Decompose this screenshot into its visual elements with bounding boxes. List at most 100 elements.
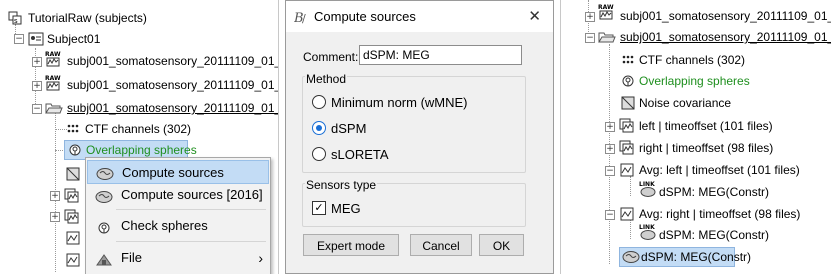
menu-item-compute-sources-2016[interactable]: Compute sources [2016] xyxy=(87,183,269,207)
compute-sources-dialog: B/ Compute sources ✕ Comment: Method Min… xyxy=(285,0,554,274)
brain-icon xyxy=(622,250,640,264)
covariance-icon xyxy=(621,96,635,110)
tree-average-label: Avg: right | timeoffset (98 files) xyxy=(639,207,801,221)
expand-icon[interactable]: + xyxy=(50,191,60,201)
svg-text:LINK: LINK xyxy=(639,224,655,231)
method-radio-wmne[interactable]: Minimum norm (wMNE) xyxy=(312,93,512,111)
collapse-icon[interactable]: − xyxy=(32,104,42,114)
left-database-tree: s TutorialRaw (subjects) − Subject01 + R… xyxy=(0,0,279,274)
method-option-label: Minimum norm (wMNE) xyxy=(331,95,468,110)
svg-text:RAW: RAW xyxy=(45,75,61,82)
method-radio-dspm[interactable]: dSPM xyxy=(312,119,512,137)
raw-file-icon: RAW xyxy=(597,3,615,21)
expand-icon[interactable]: + xyxy=(50,212,60,222)
channels-icon xyxy=(66,122,80,136)
tree-source-label: dSPM: MEG(Constr) xyxy=(641,250,752,264)
average-icon xyxy=(620,163,634,177)
average-icon xyxy=(66,253,80,267)
collapse-icon[interactable]: − xyxy=(605,166,615,176)
tree-average-label: Avg: left | timeoffset (101 files) xyxy=(639,163,800,177)
dialog-titlebar: B / Compute sources ✕ xyxy=(286,1,553,32)
radio-button-selected[interactable] xyxy=(312,121,326,135)
sensor-label: MEG xyxy=(331,201,361,216)
right-database-tree: + RAW subj001_somatosensory_20111109_01_… xyxy=(560,0,831,274)
epochs-icon xyxy=(619,118,635,134)
epochs-icon xyxy=(64,188,79,203)
method-option-label: dSPM xyxy=(331,121,367,136)
dialog-title: Compute sources xyxy=(314,9,416,24)
tree-raw-item-label: subj001_somatosensory_20111109_01_A xyxy=(67,54,279,68)
method-option-label: sLORETA xyxy=(331,147,389,162)
svg-text:/: / xyxy=(302,12,306,25)
channels-icon xyxy=(621,53,635,67)
svg-text:LINK: LINK xyxy=(639,181,655,188)
ok-button[interactable]: OK xyxy=(479,234,524,256)
database-icon: s xyxy=(8,11,22,25)
expand-icon[interactable]: + xyxy=(32,57,42,67)
tree-channels-label: CTF channels (302) xyxy=(639,53,746,67)
tree-source-item-selected[interactable]: dSPM: MEG(Constr) xyxy=(619,247,751,267)
expert-mode-button[interactable]: Expert mode xyxy=(303,234,399,256)
tree-folder-item-label: subj001_somatosensory_20111109_01_A xyxy=(620,30,831,44)
comment-label: Comment: xyxy=(303,50,359,64)
expand-icon[interactable]: + xyxy=(32,81,42,91)
method-radio-sloreta[interactable]: sLORETA xyxy=(312,145,512,163)
raw-file-icon: RAW xyxy=(44,74,62,92)
covariance-icon xyxy=(66,167,80,181)
collapse-icon[interactable]: − xyxy=(14,34,24,44)
menu-item-label: File xyxy=(121,250,142,265)
folder-open-icon xyxy=(45,101,63,115)
link-icon: LINK xyxy=(639,223,657,241)
cancel-button[interactable]: Cancel xyxy=(410,234,472,256)
tree-headmodel-label: Overlapping spheres xyxy=(639,74,750,88)
head-model-icon xyxy=(68,143,82,157)
menu-item-label: Compute sources [2016] xyxy=(121,187,263,202)
menu-separator xyxy=(116,209,266,210)
svg-text:s: s xyxy=(14,17,18,25)
tree-raw-item-label: subj001_somatosensory_20111109_01_A xyxy=(67,78,279,92)
tree-line xyxy=(609,44,610,264)
menu-item-file[interactable]: File › xyxy=(87,246,269,270)
tree-epochs-label: left | timeoffset (101 files) xyxy=(639,119,773,133)
expand-icon[interactable]: + xyxy=(605,144,615,154)
context-menu: Compute sources Compute sources [2016] C… xyxy=(85,157,271,274)
brain-icon xyxy=(95,188,113,203)
tree-root-label: TutorialRaw (subjects) xyxy=(28,11,147,25)
menu-item-label: Check spheres xyxy=(121,218,208,233)
tree-line xyxy=(630,219,631,239)
method-label: Method xyxy=(305,72,348,86)
brain-icon xyxy=(96,165,114,180)
submenu-arrow-icon: › xyxy=(258,250,263,266)
meg-checkbox-row[interactable]: ✓ MEG xyxy=(312,199,412,217)
checkbox[interactable]: ✓ xyxy=(312,201,326,215)
svg-text:RAW: RAW xyxy=(598,4,614,11)
link-icon: LINK xyxy=(639,180,657,198)
head-model-icon xyxy=(97,219,111,234)
expand-icon[interactable]: + xyxy=(585,12,595,22)
svg-text:RAW: RAW xyxy=(45,51,61,58)
expand-icon[interactable]: + xyxy=(605,122,615,132)
tree-link-label: dSPM: MEG(Constr) xyxy=(659,185,770,199)
collapse-icon[interactable]: − xyxy=(585,33,595,43)
subject-icon xyxy=(28,32,44,46)
menu-separator xyxy=(116,241,266,242)
epochs-icon xyxy=(619,140,635,156)
folder-open-icon xyxy=(598,30,616,44)
menu-item-check-spheres[interactable]: Check spheres xyxy=(87,214,269,238)
radio-button[interactable] xyxy=(312,147,326,161)
sensors-label: Sensors type xyxy=(305,178,378,192)
raw-file-icon: RAW xyxy=(44,50,62,68)
tree-line xyxy=(630,176,631,196)
close-icon[interactable]: ✕ xyxy=(528,7,541,25)
average-icon xyxy=(66,231,80,245)
tree-raw-item-label: subj001_somatosensory_20111109_01_A xyxy=(620,9,831,23)
tree-link-label: dSPM: MEG(Constr) xyxy=(659,228,770,242)
average-icon xyxy=(620,207,634,221)
menu-item-compute-sources[interactable]: Compute sources xyxy=(87,160,269,184)
comment-input[interactable] xyxy=(359,45,522,65)
tree-covariance-label: Noise covariance xyxy=(639,96,732,110)
tree-channels-label: CTF channels (302) xyxy=(85,122,192,136)
radio-button[interactable] xyxy=(312,95,326,109)
collapse-icon[interactable]: − xyxy=(605,210,615,220)
tree-subject-label: Subject01 xyxy=(47,32,101,46)
